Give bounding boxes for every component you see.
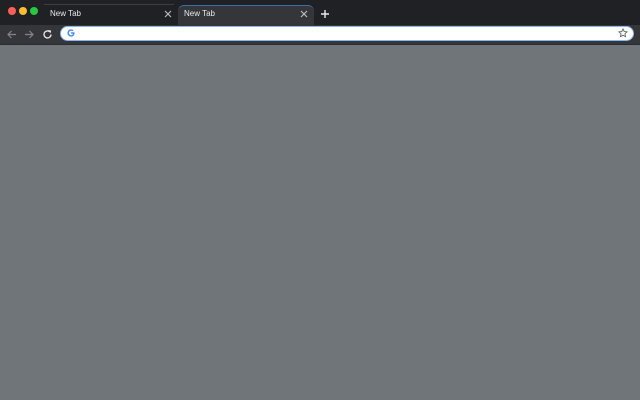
toolbar [0, 25, 640, 45]
google-g-icon [67, 29, 75, 37]
browser-window: New Tab New Tab [0, 0, 640, 400]
close-icon[interactable] [300, 10, 308, 18]
address-bar[interactable] [60, 26, 634, 41]
window-close-button[interactable] [8, 7, 16, 15]
window-maximize-button[interactable] [30, 7, 38, 15]
tab-strip: New Tab New Tab [0, 0, 640, 25]
window-minimize-button[interactable] [19, 7, 27, 15]
arrow-right-icon[interactable] [24, 29, 35, 40]
star-icon[interactable] [618, 28, 628, 38]
tab-new-tab-2[interactable]: New Tab [178, 5, 314, 25]
close-icon[interactable] [164, 10, 172, 18]
page-content [0, 45, 640, 400]
plus-icon[interactable] [320, 9, 330, 19]
tab-title: New Tab [184, 9, 215, 18]
reload-icon[interactable] [42, 29, 53, 40]
arrow-left-icon[interactable] [6, 29, 17, 40]
tab-title: New Tab [50, 9, 81, 18]
tab-new-tab-1[interactable]: New Tab [44, 4, 178, 25]
address-input[interactable] [79, 27, 609, 39]
